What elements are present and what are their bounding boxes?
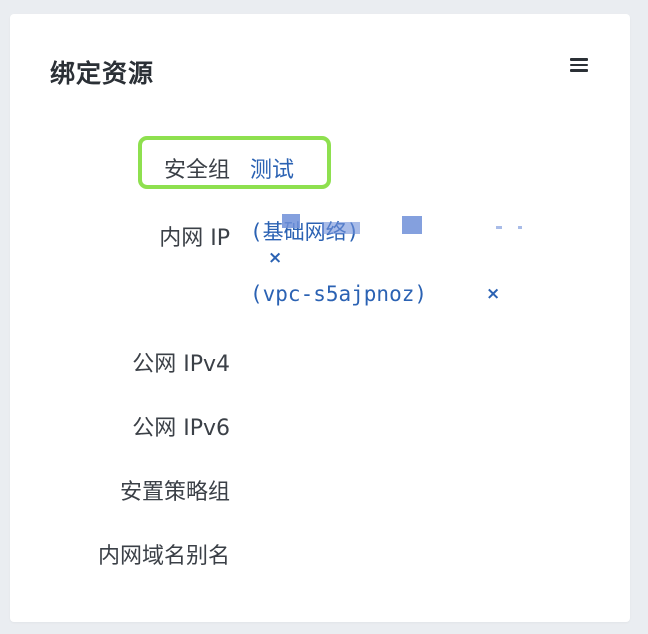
private-dns-alias-row: 内网域名别名 xyxy=(10,530,630,570)
card-title: 绑定资源 xyxy=(50,59,155,88)
hamburger-menu-icon[interactable] xyxy=(570,58,588,72)
public-ipv4-label: 公网 IPv4 xyxy=(132,352,230,377)
redacted-block xyxy=(518,226,522,229)
private-dns-alias-label: 内网域名别名 xyxy=(97,544,230,569)
security-group-link[interactable]: 测试 xyxy=(250,152,294,184)
public-ipv6-row: 公网 IPv6 xyxy=(10,402,630,442)
private-ip-label: 内网 IP xyxy=(159,226,230,251)
private-ip-entry-2[interactable]: (vpc-s5ajpnoz) xyxy=(250,282,427,306)
bound-resources-card: 绑定资源 安全组 测试 内网 IP (基础网络) × (vpc-s5ajpnoz… xyxy=(10,14,630,622)
security-group-label: 安全组 xyxy=(163,158,230,183)
redacted-block xyxy=(282,214,300,228)
redacted-block xyxy=(322,222,360,234)
placement-group-row: 安置策略组 xyxy=(10,466,630,506)
remove-private-ip-2-icon[interactable]: × xyxy=(486,284,500,304)
security-group-row: 安全组 测试 xyxy=(10,144,630,184)
placement-group-label: 安置策略组 xyxy=(119,480,230,505)
public-ipv4-row: 公网 IPv4 xyxy=(10,338,630,378)
remove-private-ip-1-icon[interactable]: × xyxy=(268,248,282,268)
redacted-block xyxy=(402,216,422,234)
redacted-block xyxy=(496,226,502,229)
public-ipv6-label: 公网 IPv6 xyxy=(132,416,230,441)
private-ip-row: 内网 IP (基础网络) × (vpc-s5ajpnoz) × xyxy=(10,212,630,322)
